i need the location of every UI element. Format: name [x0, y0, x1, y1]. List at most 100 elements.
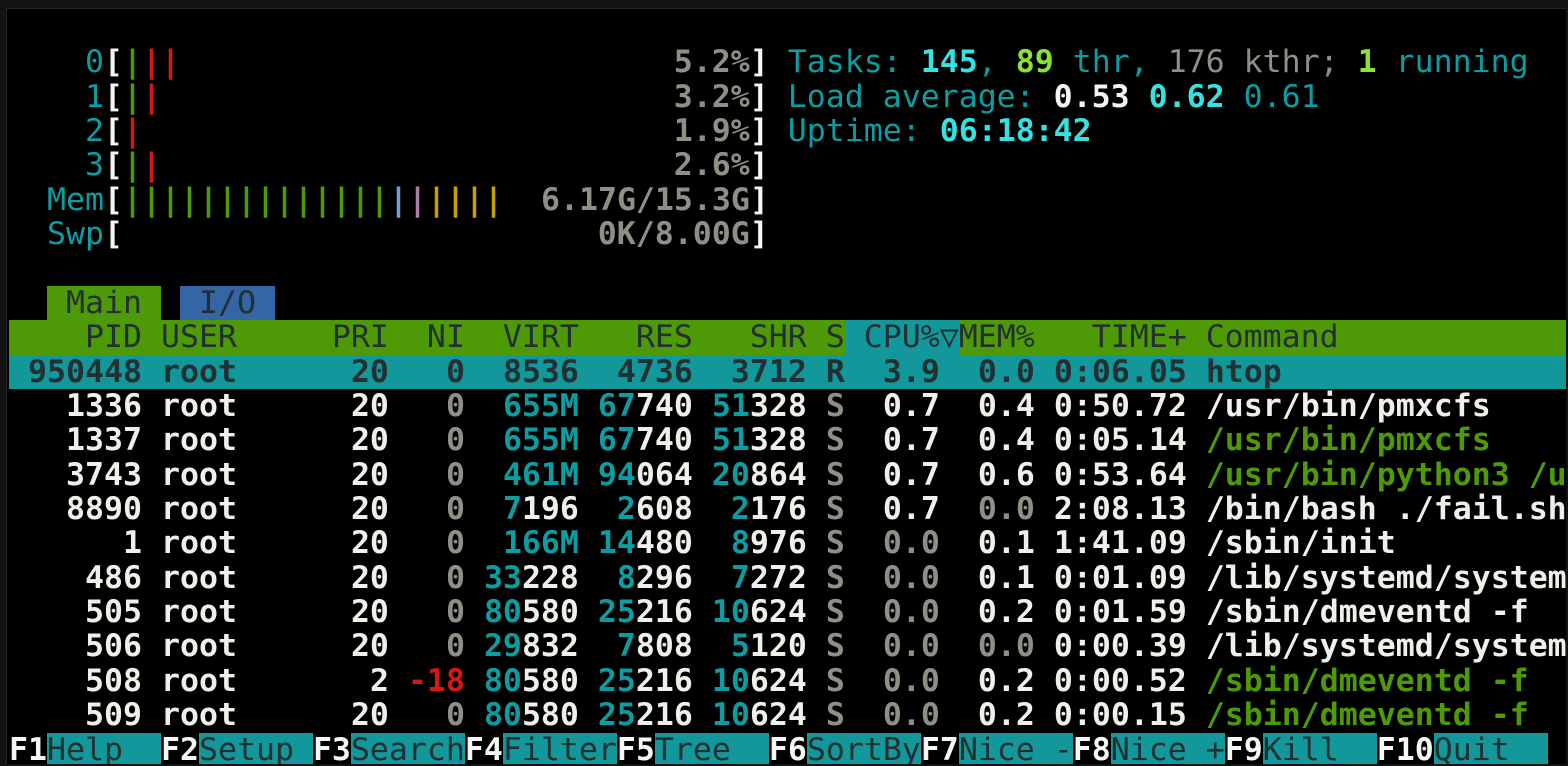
gap: [9, 423, 66, 457]
gap: [332, 664, 370, 698]
gap: [807, 595, 826, 629]
fn-key-f1[interactable]: F1: [9, 733, 47, 764]
cell-ni: 0: [446, 423, 465, 457]
column-header-res[interactable]: RES: [598, 320, 693, 354]
tab-io[interactable]: I/O: [180, 286, 275, 320]
cell-shr: 10: [712, 595, 750, 629]
gap: [332, 526, 351, 560]
gap: [9, 389, 66, 423]
fn-key-f2[interactable]: F2: [161, 733, 199, 764]
column-header-mem[interactable]: MEM%: [959, 320, 1035, 354]
gap: [807, 423, 826, 457]
meter-fill: [161, 148, 674, 182]
cell-mem: 0.4: [978, 389, 1035, 423]
fn-label-tree[interactable]: Tree: [655, 733, 769, 764]
gap: [142, 595, 161, 629]
table-row[interactable]: 505 root 20 0 80580 25216 10624 S 0.0 0.…: [9, 595, 1566, 629]
fn-key-f3[interactable]: F3: [313, 733, 351, 764]
gap: [142, 526, 161, 560]
fn-label-kill[interactable]: Kill: [1263, 733, 1377, 764]
table-row[interactable]: 1 root 20 0 166M 14480 8976 S 0.0 0.1 1:…: [9, 526, 1566, 560]
column-header-s[interactable]: S: [826, 320, 845, 354]
htop-terminal: 0[||| 5.2%] Tasks: 145, 89 thr, 176 kthr…: [6, 8, 1566, 764]
fn-label-help[interactable]: Help: [47, 733, 161, 764]
gap: [332, 698, 351, 732]
table-row[interactable]: 508 root 2 -18 80580 25216 10624 S 0.0 0…: [9, 664, 1566, 698]
table-row[interactable]: 1336 root 20 0 655M 67740 51328 S 0.7 0.…: [9, 389, 1566, 423]
fn-label-filter[interactable]: Filter: [503, 733, 617, 764]
meter-close-bracket: ]: [750, 45, 769, 79]
fn-key-f8[interactable]: F8: [1073, 733, 1111, 764]
cell-mem: 0.6: [978, 458, 1035, 492]
cell-pid: 508: [85, 664, 142, 698]
fn-label-sortby[interactable]: SortBy: [807, 733, 921, 764]
gap: [484, 389, 503, 423]
column-header-shr[interactable]: SHR: [712, 320, 807, 354]
fn-key-f7[interactable]: F7: [921, 733, 959, 764]
gap: [1035, 320, 1054, 354]
cell-virt: 80: [484, 664, 522, 698]
fn-key-f5[interactable]: F5: [617, 733, 655, 764]
column-header-pid[interactable]: PID: [9, 320, 142, 354]
fn-label-quit[interactable]: Quit: [1434, 733, 1548, 764]
gap: [1035, 423, 1054, 457]
cell-s: S: [826, 526, 845, 560]
cell-shr: 120: [750, 629, 807, 663]
gap: [769, 114, 788, 148]
cpu3-meter-label: 3: [9, 148, 104, 182]
fn-key-f6[interactable]: F6: [769, 733, 807, 764]
meter-open-bracket: [: [104, 80, 123, 114]
cell-pid: 1: [123, 526, 142, 560]
cell-command: /usr/bin/pmxcfs: [1206, 389, 1491, 423]
column-header-ni[interactable]: NI: [408, 320, 465, 354]
cell-shr: 10: [712, 664, 750, 698]
table-row[interactable]: 3743 root 20 0 461M 94064 20864 S 0.7 0.…: [9, 458, 1566, 492]
column-header-command[interactable]: Command: [1206, 320, 1566, 354]
cell-shr: 624: [750, 698, 807, 732]
column-header-virt[interactable]: VIRT: [484, 320, 579, 354]
fn-label-nice-[interactable]: Nice -: [959, 733, 1073, 764]
column-header-pri[interactable]: PRI: [332, 320, 389, 354]
gap: [484, 492, 503, 526]
column-header-cpu-sorted[interactable]: CPU%▽: [845, 320, 959, 354]
cell-user: root: [161, 561, 237, 595]
cell-virt: 580: [522, 664, 579, 698]
cell-ni: 0: [446, 698, 465, 732]
tab-main[interactable]: Main: [47, 286, 161, 320]
gap: [1187, 389, 1206, 423]
cpu1-meter-bar: |: [123, 80, 142, 114]
gap: [465, 389, 484, 423]
fn-key-f9[interactable]: F9: [1225, 733, 1263, 764]
cpu0-meter-value: 5.2%: [674, 45, 750, 79]
table-row[interactable]: 506 root 20 0 29832 7808 5120 S 0.0 0.0 …: [9, 629, 1566, 663]
cell-command: /sbin/dmeventd -f: [1206, 664, 1529, 698]
gap: [712, 629, 731, 663]
column-header-user[interactable]: USER: [161, 320, 313, 354]
tasks-summary: ,: [978, 45, 1016, 79]
fn-key-f4[interactable]: F4: [465, 733, 503, 764]
fn-label-nice+[interactable]: Nice +: [1111, 733, 1225, 764]
cell-time: 0:00.39: [1054, 629, 1187, 663]
cell-s: S: [826, 561, 845, 595]
table-row[interactable]: 1337 root 20 0 655M 67740 51328 S 0.7 0.…: [9, 423, 1566, 457]
gap: [598, 492, 617, 526]
cell-pri: 20: [351, 561, 389, 595]
table-row[interactable]: 486 root 20 0 33228 8296 7272 S 0.0 0.1 …: [9, 561, 1566, 595]
cell-pri: 20: [351, 698, 389, 732]
table-row[interactable]: 8890 root 20 0 7196 2608 2176 S 0.7 0.0 …: [9, 492, 1566, 526]
meter-open-bracket: [: [104, 148, 123, 182]
gap: [1035, 629, 1054, 663]
gap: [389, 389, 408, 423]
fn-label-setup[interactable]: Setup: [199, 733, 313, 764]
gap: [389, 458, 408, 492]
fn-label-search[interactable]: Search: [351, 733, 465, 764]
fn-key-f10[interactable]: F10: [1377, 733, 1434, 764]
memory-meter-bar: |: [142, 183, 161, 217]
table-row[interactable]: 509 root 20 0 80580 25216 10624 S 0.0 0.…: [9, 698, 1566, 732]
swap-meter: Swp[ 0K/8.00G]: [9, 217, 1566, 251]
column-header-time[interactable]: TIME+: [1054, 320, 1187, 354]
gap: [237, 595, 313, 629]
table-row-selected[interactable]: 950448 root 20 0 8536 4736 3712 R 3.9 0.…: [9, 355, 1566, 389]
gap: [9, 561, 85, 595]
gap: [408, 595, 446, 629]
